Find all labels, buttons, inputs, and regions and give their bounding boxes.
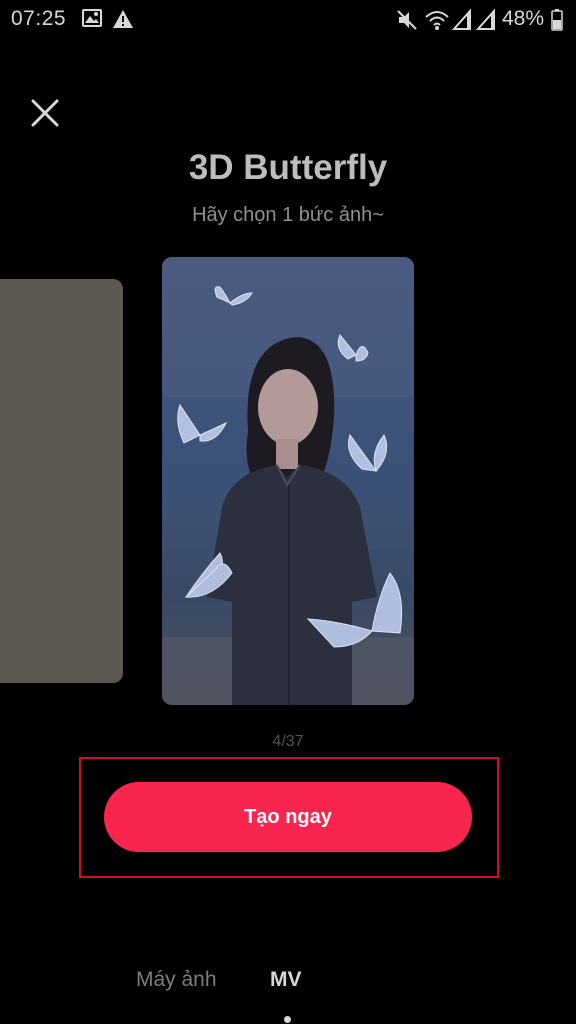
active-tab-indicator — [284, 1016, 291, 1023]
status-bar: 07:25 48% — [0, 0, 576, 40]
signal-icon — [476, 9, 495, 30]
mute-icon — [397, 10, 417, 30]
battery-icon — [551, 9, 563, 31]
effect-title: 3D Butterfly — [188, 148, 388, 187]
template-preview[interactable] — [162, 257, 414, 705]
create-now-button[interactable]: Tạo ngay — [104, 782, 472, 852]
warning-icon — [113, 10, 133, 28]
status-time: 07:25 — [11, 7, 67, 30]
tab-camera[interactable]: Máy ảnh — [136, 968, 217, 992]
page-indicator: 4/37 — [272, 733, 304, 750]
tab-mv[interactable]: MV — [270, 968, 302, 992]
battery-percentage: 48% — [502, 7, 545, 30]
wifi-icon — [425, 11, 449, 30]
close-button[interactable] — [28, 96, 62, 130]
signal-icon — [452, 9, 471, 30]
preview-image — [162, 257, 414, 705]
image-icon — [82, 9, 102, 27]
previous-template-card[interactable] — [0, 279, 123, 683]
effect-subtitle: Hãy chọn 1 bức ảnh~ — [192, 204, 384, 226]
